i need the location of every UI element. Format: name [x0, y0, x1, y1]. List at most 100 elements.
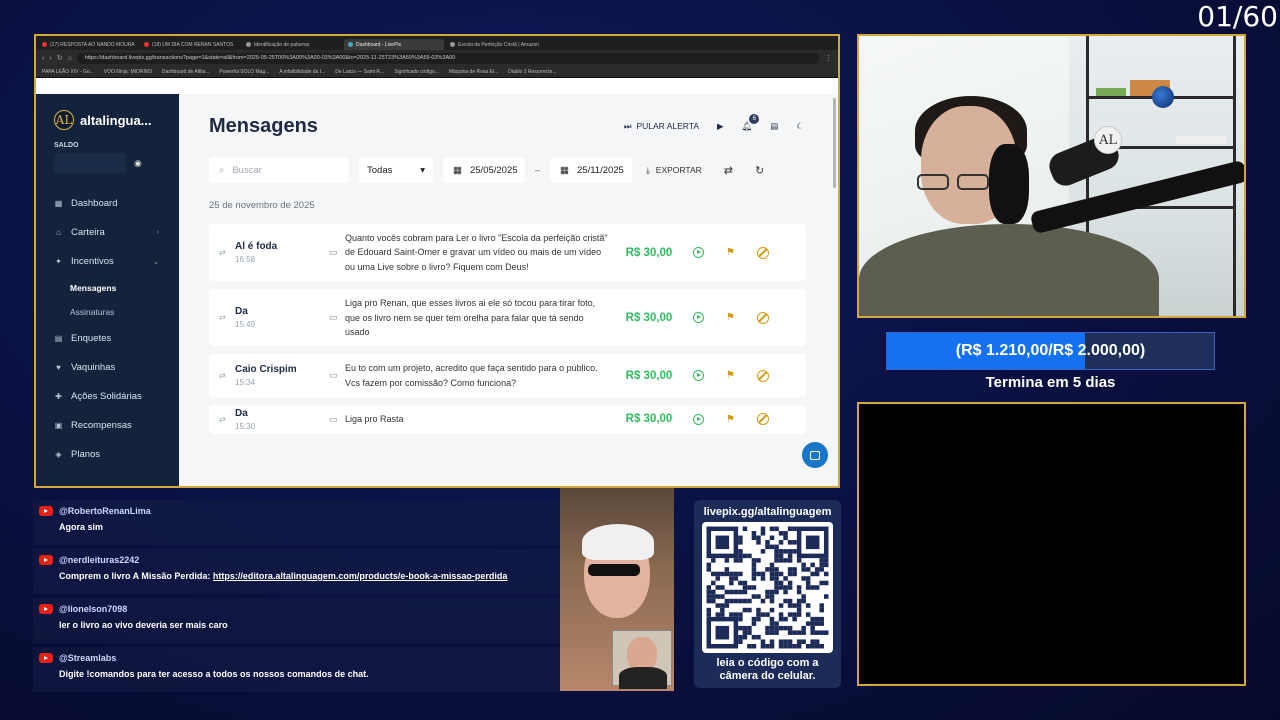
wallet-icon: ⌂: [56, 228, 61, 237]
message-icon: ▭: [329, 413, 338, 424]
block-icon[interactable]: [756, 413, 769, 426]
sidebar-item-vaquinhas[interactable]: ♥ Vaquinhas: [36, 353, 179, 382]
play-icon[interactable]: [693, 247, 704, 259]
scrollbar[interactable]: [833, 98, 836, 188]
transfer-icon: ⇄: [219, 248, 226, 258]
flag-icon[interactable]: ⚑: [726, 312, 735, 323]
webcam-glasses: [917, 174, 997, 190]
sidebar-item-recompensas[interactable]: ▣ Recompensas: [36, 411, 179, 440]
block-icon[interactable]: [756, 246, 769, 259]
status-select[interactable]: Todas ▾: [359, 157, 433, 183]
search-input[interactable]: ⌕ Buscar: [209, 157, 349, 183]
forward-icon[interactable]: ›: [49, 55, 51, 62]
goal-ends-label: Termina em 5 dias: [985, 374, 1116, 391]
play-icon[interactable]: [693, 413, 704, 425]
poll-icon: ▤: [54, 334, 63, 343]
play-icon[interactable]: [693, 370, 704, 382]
qr-panel: livepix.gg/altalinguagem leia o código c…: [694, 500, 841, 688]
message-actions: ⚑: [693, 369, 769, 382]
home-icon[interactable]: ⌂: [68, 55, 72, 62]
dark-mode-icon[interactable]: ☾: [796, 121, 804, 132]
bell-icon[interactable]: 🔔︎ 6: [742, 113, 760, 132]
bookmark[interactable]: PAPA LEÃO XIV - Go...: [42, 69, 94, 75]
flag-icon[interactable]: ⚑: [726, 414, 735, 425]
eye-icon[interactable]: ◉: [134, 158, 142, 169]
sync-icon[interactable]: ⇄: [724, 164, 733, 177]
notification-badge: 6: [749, 113, 760, 124]
bookmark[interactable]: VOO.Ninja: MIORIM3: [104, 69, 152, 75]
message-time: 16:58: [235, 255, 256, 265]
sidebar-item-dashboard[interactable]: ▦ Dashboard: [36, 189, 179, 218]
support-chat-button[interactable]: [802, 442, 828, 468]
chat-username: @RobertoRenanLima: [59, 506, 151, 516]
block-icon[interactable]: [756, 311, 769, 324]
date-separator: –: [535, 165, 541, 175]
goal-progress-label: (R$ 1.210,00/R$ 2.000,00): [955, 342, 1146, 359]
charity-icon: ✚: [55, 392, 62, 401]
extensions-icon[interactable]: ⋮: [825, 54, 832, 62]
youtube-icon: [39, 653, 53, 663]
secondary-video: [560, 488, 674, 691]
message-time: 15:34: [235, 378, 256, 388]
browser-tab[interactable]: (18) UM DIA COM RENAN SANTOS: [140, 39, 240, 50]
browser-tab[interactable]: Identificação de palavras: [242, 39, 342, 50]
refresh-icon[interactable]: ↻: [755, 164, 764, 177]
layout-icon[interactable]: ▤: [770, 121, 778, 132]
date-to-field[interactable]: ▦ 25/11/2025: [550, 157, 633, 183]
browser-capture: (17) RESPOSTA AO NANDO MOURA (18) UM DIA…: [34, 34, 840, 488]
sidebar-subitem-mensagens[interactable]: Mensagens: [36, 276, 179, 300]
block-icon[interactable]: [756, 369, 769, 382]
export-button[interactable]: ⤓ EXPORTAR: [646, 165, 702, 176]
sidebar-subitem-assinaturas[interactable]: Assinaturas: [36, 300, 179, 324]
chat-text: Digite !comandos para ter acesso a todos…: [59, 669, 369, 679]
sidebar-item-carteira[interactable]: ⌂ Carteira ›: [36, 218, 179, 247]
dashboard-icon: ▦: [54, 199, 63, 208]
flag-icon[interactable]: ⚑: [726, 370, 735, 381]
bookmark[interactable]: Powerful SOLO Mag...: [219, 69, 269, 75]
skip-icon: ⏭: [623, 120, 632, 131]
reward-icon: ▣: [54, 421, 63, 430]
header-actions: ⏭ PULAR ALERTA ▶ 🔔︎ 6 ▤ ☾: [624, 113, 804, 132]
bookmark[interactable]: Máquina de Rosa El...: [449, 69, 498, 75]
date-heading: 25 de novembro de 2025: [209, 200, 315, 211]
filters-bar: ⌕ Buscar Todas ▾ ▦ 25/05/2025 – ▦ 25/11/2025…: [209, 152, 838, 188]
message-actions: ⚑: [693, 311, 769, 324]
bookmark[interactable]: Dashboard de Afilia...: [162, 69, 210, 75]
brand-logo[interactable]: AL altalingua...: [36, 94, 179, 130]
skip-alert-button[interactable]: ⏭ PULAR ALERTA: [624, 121, 699, 132]
sidebar-item-incentivos[interactable]: ✦ Incentivos ⌄: [36, 247, 179, 276]
flag-icon[interactable]: ⚑: [726, 247, 735, 258]
reload-icon[interactable]: ↻: [57, 54, 63, 62]
chat-link[interactable]: https://editora.altalinguagem.com/produc…: [213, 571, 508, 581]
chat-message: @Streamlabs Digite !comandos para ter ac…: [33, 647, 560, 692]
browser-tab-active[interactable]: Dashboard - LivePix: [344, 39, 444, 50]
chat-icon: [810, 450, 820, 460]
bookmark[interactable]: Diablo 2 Resurrecte...: [508, 69, 556, 75]
video-inset-portrait: [612, 630, 672, 689]
message-actions: ⚑: [693, 413, 769, 426]
calendar-icon: ▦: [453, 164, 462, 176]
date-from-field[interactable]: ▦ 25/05/2025: [443, 157, 525, 183]
url-field[interactable]: https://dashboard.livepix.gg/transaction…: [76, 52, 820, 64]
calendar-icon: ▦: [560, 164, 569, 176]
youtube-icon[interactable]: ▶: [717, 121, 724, 132]
message-icon: ▭: [329, 370, 338, 381]
qr-code[interactable]: [702, 522, 833, 653]
browser-tab[interactable]: Escola da Perfeição Cristã | Amazon: [446, 39, 546, 50]
bookmark[interactable]: A infalibilidade da I...: [279, 69, 325, 75]
webcam-globe: [1152, 86, 1174, 108]
saldo-value-hidden: [54, 153, 126, 173]
browser-tab[interactable]: (17) RESPOSTA AO NANDO MOURA: [38, 39, 138, 50]
sidebar-item-acoes-solidarias[interactable]: ✚ Ações Solidárias: [36, 382, 179, 411]
bookmark[interactable]: Significado código...: [394, 69, 439, 75]
message-icon: ▭: [329, 312, 338, 323]
progress-counter: 01/60: [1197, 0, 1278, 33]
sidebar-item-planos[interactable]: ◈ Planos: [36, 440, 179, 469]
back-icon[interactable]: ‹: [42, 55, 44, 62]
video-sunglasses: [588, 564, 640, 576]
streamer-webcam: AL: [857, 34, 1246, 318]
message-sender: Da 15:30: [233, 408, 329, 431]
bookmark[interactable]: De Laicis — Saint R...: [335, 69, 384, 75]
play-icon[interactable]: [693, 312, 704, 324]
sidebar-item-enquetes[interactable]: ▤ Enquetes: [36, 324, 179, 353]
